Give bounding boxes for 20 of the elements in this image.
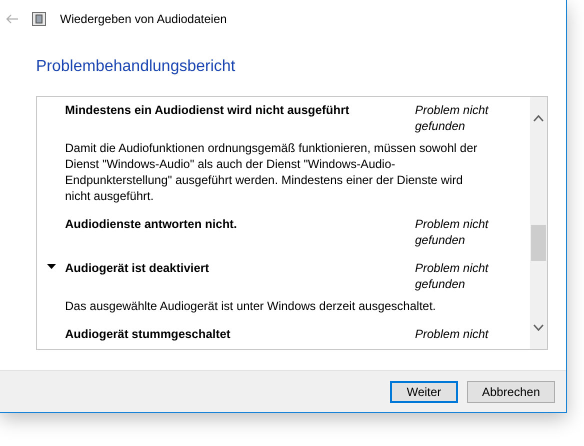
problem-title: Audiogerät stummgeschaltet <box>65 326 232 342</box>
scroll-thumb[interactable] <box>531 225 546 261</box>
window-title: Wiedergeben von Audiodateien <box>60 12 227 26</box>
problem-description: Damit die Audiofunktionen ordnungsgemäß funktionieren, müssen sowohl der Dienst "Windows-Audio" als auch der Dienst "Windows-Audio-Endpunkterstellung" ausgeführt werden. Mindestens einer der Dienste wird nicht ausgeführt. <box>65 140 478 204</box>
expand-triangle-icon[interactable] <box>46 264 56 269</box>
problem-title: Audiogerät ist deaktiviert <box>65 260 210 277</box>
problem-status: Problem nicht gefunden <box>415 260 490 292</box>
cancel-button[interactable]: Abbrechen <box>466 380 555 402</box>
problem-status: Problem nicht gefunden <box>415 102 490 134</box>
problem-description: Das ausgewählte Audiogerät ist unter Windows derzeit ausgeschaltet. <box>65 298 437 314</box>
problem-title: Audiodienste antworten nicht. <box>65 216 238 233</box>
problem-title: Mindestens ein Audiodienst wird nicht ausgeführt <box>65 102 350 119</box>
scrollbar[interactable] <box>530 97 547 349</box>
audio-file-icon <box>32 12 46 26</box>
problem-status: Problem nicht gefunden <box>415 216 490 248</box>
next-button[interactable]: Weiter <box>390 380 458 402</box>
report-heading: Problembehandlungsbericht <box>36 58 236 76</box>
problem-status: Problem nicht <box>415 326 490 342</box>
scroll-down-icon[interactable] <box>533 324 544 331</box>
scroll-up-icon[interactable] <box>533 115 544 122</box>
